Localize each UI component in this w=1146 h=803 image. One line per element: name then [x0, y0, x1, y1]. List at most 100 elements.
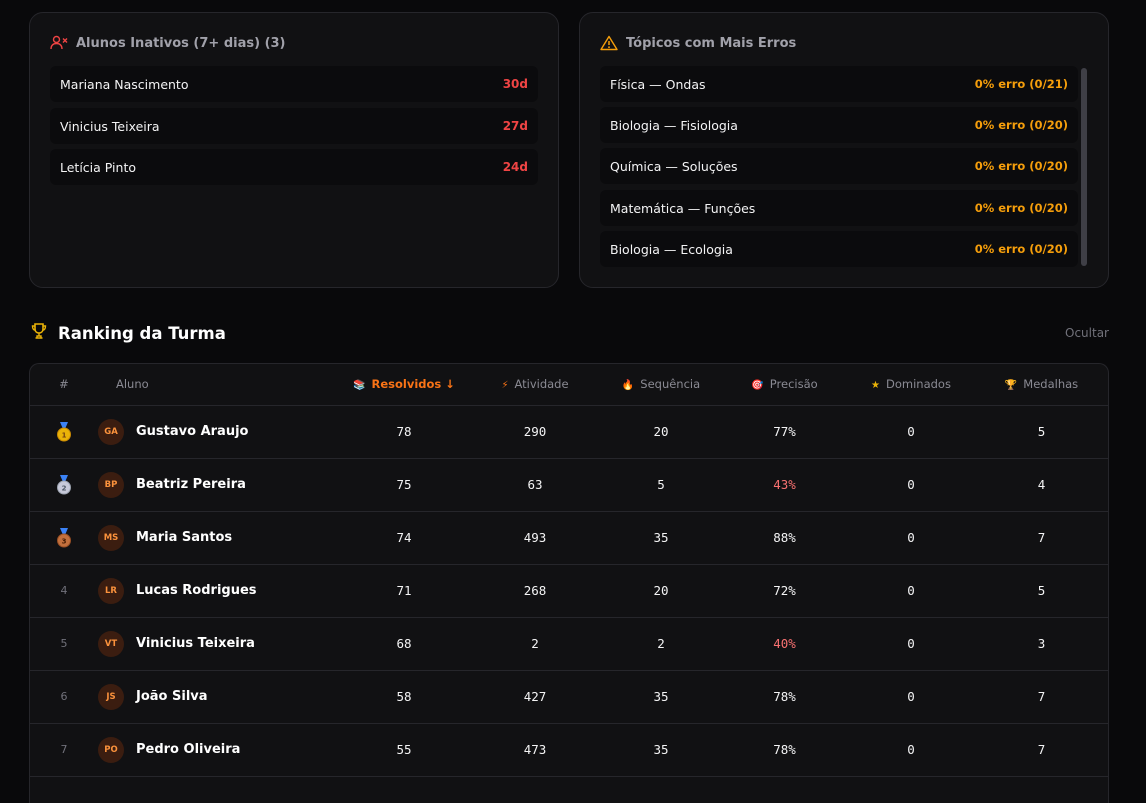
- rank-position: 6: [30, 670, 98, 724]
- error-topic-row[interactable]: Biologia — Ecologia 0% erro (0/20): [600, 231, 1078, 267]
- solved-value: 71: [338, 564, 470, 618]
- user-x-icon: [50, 35, 68, 51]
- inactive-student-row[interactable]: Vinicius Teixeira 27d: [50, 108, 538, 144]
- medals-value: 7: [975, 511, 1108, 565]
- col-activity[interactable]: ⚡ Atividade: [470, 364, 600, 406]
- col-student[interactable]: Aluno: [98, 364, 338, 406]
- activity-value: 427: [470, 670, 600, 724]
- topic-error-rate: 0% erro (0/20): [974, 118, 1068, 132]
- rank-position: 2: [30, 458, 98, 512]
- rank-position: 1: [30, 405, 98, 459]
- topic-error-rate: 0% erro (0/20): [974, 242, 1068, 256]
- col-streak[interactable]: 🔥 Sequência: [600, 364, 722, 406]
- mastered-value: 0: [847, 564, 975, 618]
- error-topic-row[interactable]: Biologia — Fisiologia 0% erro (0/20): [600, 107, 1078, 143]
- avatar: BP: [98, 471, 124, 498]
- activity-value: 268: [470, 564, 600, 618]
- table-row[interactable]: 7 PO Pedro Oliveira 55 473 35 78% 0 7: [30, 723, 1108, 777]
- table-row[interactable]: 1 GA Gustavo Araujo 78 290 20 77% 0 5: [30, 405, 1108, 459]
- col-mastered[interactable]: ★ Dominados: [847, 364, 975, 406]
- mastered-value: 0: [847, 458, 975, 512]
- col-position: #: [30, 364, 98, 406]
- topic-error-rate: 0% erro (0/21): [974, 77, 1068, 91]
- error-topic-row[interactable]: Matemática — Funções 0% erro (0/20): [600, 190, 1078, 226]
- activity-value: 493: [470, 511, 600, 565]
- col-activity-label: Atividade: [514, 377, 569, 392]
- solved-value: 78: [338, 405, 470, 459]
- error-topics-card: Tópicos com Mais Erros Física — Ondas 0%…: [579, 12, 1109, 288]
- precision-value: 43%: [722, 458, 847, 512]
- streak-value: 20: [600, 564, 722, 618]
- inactive-student-row[interactable]: Mariana Nascimento 30d: [50, 66, 538, 102]
- student-cell: LR Lucas Rodrigues: [98, 564, 338, 618]
- avatar: VT: [98, 630, 124, 657]
- streak-value: 5: [600, 458, 722, 512]
- inactive-student-name: Letícia Pinto: [60, 159, 136, 175]
- topic-error-rate: 0% erro (0/20): [974, 201, 1068, 215]
- inactive-student-name: Mariana Nascimento: [60, 76, 189, 92]
- avatar: PO: [98, 736, 124, 763]
- table-row[interactable]: 5 VT Vinicius Teixeira 68 2 2 40% 0 3: [30, 617, 1108, 671]
- student-name: João Silva: [136, 689, 208, 704]
- inactive-students-title: Alunos Inativos (7+ dias) (3): [76, 35, 286, 51]
- student-cell: VT Vinicius Teixeira: [98, 617, 338, 671]
- student-cell: GA Gustavo Araujo: [98, 405, 338, 459]
- table-row[interactable]: 3 MS Maria Santos 74 493 35 88% 0 7: [30, 511, 1108, 565]
- trophy-small-icon: 🏆: [1004, 380, 1018, 392]
- streak-value: 35: [600, 511, 722, 565]
- topics-scrollbar-thumb[interactable]: [1081, 68, 1087, 266]
- inactive-students-header: Alunos Inativos (7+ dias) (3): [50, 35, 286, 51]
- topic-name: Biologia — Ecologia: [610, 241, 733, 257]
- silver-medal-icon: 2: [57, 474, 71, 494]
- topics-scrollbar[interactable]: [1081, 68, 1087, 266]
- avatar: LR: [98, 577, 124, 604]
- student-cell: PO Pedro Oliveira: [98, 723, 338, 777]
- star-icon: ★: [871, 380, 880, 392]
- precision-value: 72%: [722, 564, 847, 618]
- col-medals-label: Medalhas: [1023, 377, 1079, 392]
- col-solved-label: Resolvidos ↓: [371, 377, 455, 392]
- table-row[interactable]: 4 LR Lucas Rodrigues 71 268 20 72% 0 5: [30, 564, 1108, 618]
- inactive-student-row[interactable]: Letícia Pinto 24d: [50, 149, 538, 185]
- fire-icon: 🔥: [621, 380, 635, 392]
- table-row[interactable]: 2 BP Beatriz Pereira 75 63 5 43% 0 4: [30, 458, 1108, 512]
- error-topic-row[interactable]: Química — Soluções 0% erro (0/20): [600, 148, 1078, 184]
- medal-rank-label: 1: [62, 431, 67, 439]
- col-solved[interactable]: 📚 Resolvidos ↓: [338, 364, 470, 406]
- mastered-value: 0: [847, 511, 975, 565]
- inactive-student-name: Vinicius Teixeira: [60, 118, 160, 134]
- error-topic-row[interactable]: Física — Ondas 0% erro (0/21): [600, 66, 1078, 102]
- precision-value: 78%: [722, 723, 847, 777]
- student-name: Vinicius Teixeira: [136, 636, 255, 651]
- activity-value: 473: [470, 723, 600, 777]
- activity-value: 63: [470, 458, 600, 512]
- hide-ranking-button[interactable]: Ocultar: [1065, 326, 1109, 340]
- student-cell: MS Maria Santos: [98, 511, 338, 565]
- warning-triangle-icon: [600, 35, 618, 51]
- inactive-days: 30d: [502, 77, 528, 91]
- rank-position: 3: [30, 511, 98, 565]
- ranking-table-card: # Aluno 📚 Resolvidos ↓ ⚡ Atividade 🔥 Sequên…: [29, 363, 1109, 803]
- solved-value: 74: [338, 511, 470, 565]
- medals-value: 4: [975, 458, 1108, 512]
- streak-value: 2: [600, 617, 722, 671]
- table-row[interactable]: 6 JS João Silva 58 427 35 78% 0 7: [30, 670, 1108, 724]
- col-precision-label: Precisão: [769, 377, 818, 392]
- medals-value: 7: [975, 723, 1108, 777]
- col-precision[interactable]: 🎯 Precisão: [722, 364, 847, 406]
- col-medals[interactable]: 🏆 Medalhas: [975, 364, 1108, 406]
- ranking-header-row: # Aluno 📚 Resolvidos ↓ ⚡ Atividade 🔥 Sequên…: [30, 364, 1108, 406]
- medals-value: 7: [975, 670, 1108, 724]
- lightning-icon: ⚡: [501, 380, 509, 392]
- mastered-value: 0: [847, 670, 975, 724]
- trophy-icon: [30, 322, 48, 344]
- precision-value: 77%: [722, 405, 847, 459]
- ranking-header: Ranking da Turma: [30, 322, 226, 344]
- avatar: GA: [98, 418, 124, 445]
- medals-value: 5: [975, 405, 1108, 459]
- col-mastered-label: Dominados: [886, 377, 951, 392]
- activity-value: 2: [470, 617, 600, 671]
- precision-value: 88%: [722, 511, 847, 565]
- gold-medal-icon: 1: [57, 421, 71, 441]
- streak-value: 35: [600, 670, 722, 724]
